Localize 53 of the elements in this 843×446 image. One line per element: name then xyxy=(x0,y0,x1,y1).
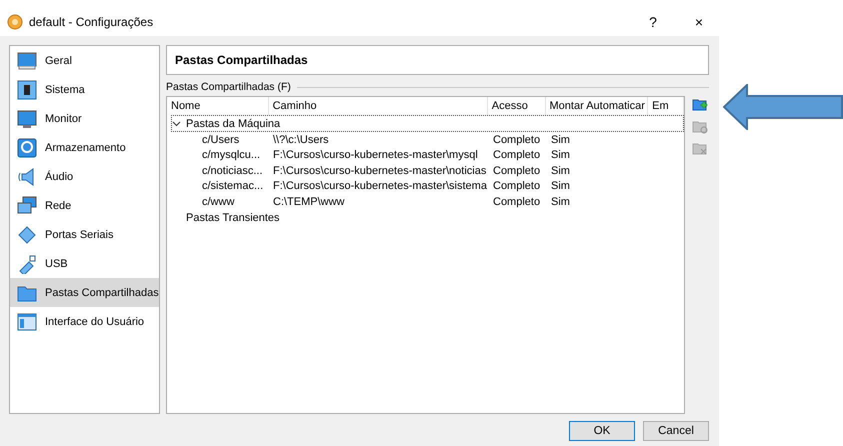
table-cell-text: c/Users xyxy=(201,134,240,146)
table-cell-text: Completo xyxy=(492,196,542,208)
tree-group-row[interactable]: Pastas da Máquina xyxy=(171,115,684,132)
column-header[interactable]: Em xyxy=(648,97,684,115)
cancel-button[interactable]: Cancel xyxy=(643,420,709,440)
monitor-icon xyxy=(17,108,37,128)
table-cell-text: Sim xyxy=(550,180,571,192)
table-cell-text: c/mysqlcu... xyxy=(201,149,262,162)
table-cell-text: F:\Cursos\curso-kubernetes-master\sistema xyxy=(272,180,488,192)
sidebar-item[interactable]: Áudio xyxy=(10,162,159,191)
column-header[interactable]: Caminho xyxy=(268,97,488,115)
window-title: default - Configurações xyxy=(29,15,154,29)
network-icon xyxy=(17,196,37,216)
close-button[interactable]: × xyxy=(679,8,719,36)
table-cell-text: Completo xyxy=(492,164,542,177)
sidebar-item[interactable]: Pastas Compartilhadas xyxy=(10,278,159,307)
column-header[interactable]: Acesso xyxy=(488,97,546,115)
table-cell-text: Sim xyxy=(550,134,571,146)
column-header[interactable]: Nome xyxy=(167,97,269,115)
table-cell-text: C:\TEMP\www xyxy=(272,196,346,208)
window-icon xyxy=(17,312,37,332)
sidebar-item[interactable]: Portas Seriais xyxy=(10,220,159,249)
sidebar-item[interactable]: USB xyxy=(10,249,159,278)
sidebar-item[interactable]: Geral xyxy=(10,46,159,75)
add-folder-icon xyxy=(692,97,708,113)
table-cell-text: Sim xyxy=(550,149,571,162)
table-cell-text: Sim xyxy=(550,164,571,177)
sidebar-item[interactable]: Armazenamento xyxy=(10,133,159,162)
help-button[interactable]: ? xyxy=(633,8,673,36)
sidebar-item[interactable]: Interface do Usuário xyxy=(10,307,159,336)
table-cell-text: c/noticiasc... xyxy=(201,164,264,177)
table-cell-text: \\?\c:\Users xyxy=(272,134,330,146)
sidebar-item[interactable]: Sistema xyxy=(10,75,159,104)
sidebar-item[interactable]: Monitor xyxy=(10,104,159,133)
table-cell-text: F:\Cursos\curso-kubernetes-master\mysql xyxy=(272,149,479,162)
table-cell-text: F:\Cursos\curso-kubernetes-master\noticias xyxy=(272,164,488,177)
ok-button[interactable]: OK xyxy=(569,420,635,440)
table-cell-text: c/www xyxy=(201,196,236,208)
page-title: Pastas Compartilhadas xyxy=(166,45,709,75)
monitor-icon xyxy=(17,50,37,70)
sidebar-item[interactable]: Rede xyxy=(10,191,159,220)
tree-group-row[interactable]: Pastas Transientes xyxy=(171,210,684,226)
table-cell-text: Completo xyxy=(492,149,542,162)
chip-icon xyxy=(17,80,37,100)
column-header[interactable]: Montar Automaticar xyxy=(546,97,648,115)
table-cell-text: Completo xyxy=(492,134,542,146)
table-cell-text: Completo xyxy=(492,180,542,192)
remove-folder-icon xyxy=(692,141,708,157)
table-cell-text: c/sistemac... xyxy=(201,180,264,192)
chevron-down-icon[interactable] xyxy=(172,119,181,128)
edit-folder-icon xyxy=(692,119,708,135)
table-cell-text: Sim xyxy=(550,196,571,208)
group-label: Pastas Compartilhadas (F) xyxy=(166,81,291,93)
